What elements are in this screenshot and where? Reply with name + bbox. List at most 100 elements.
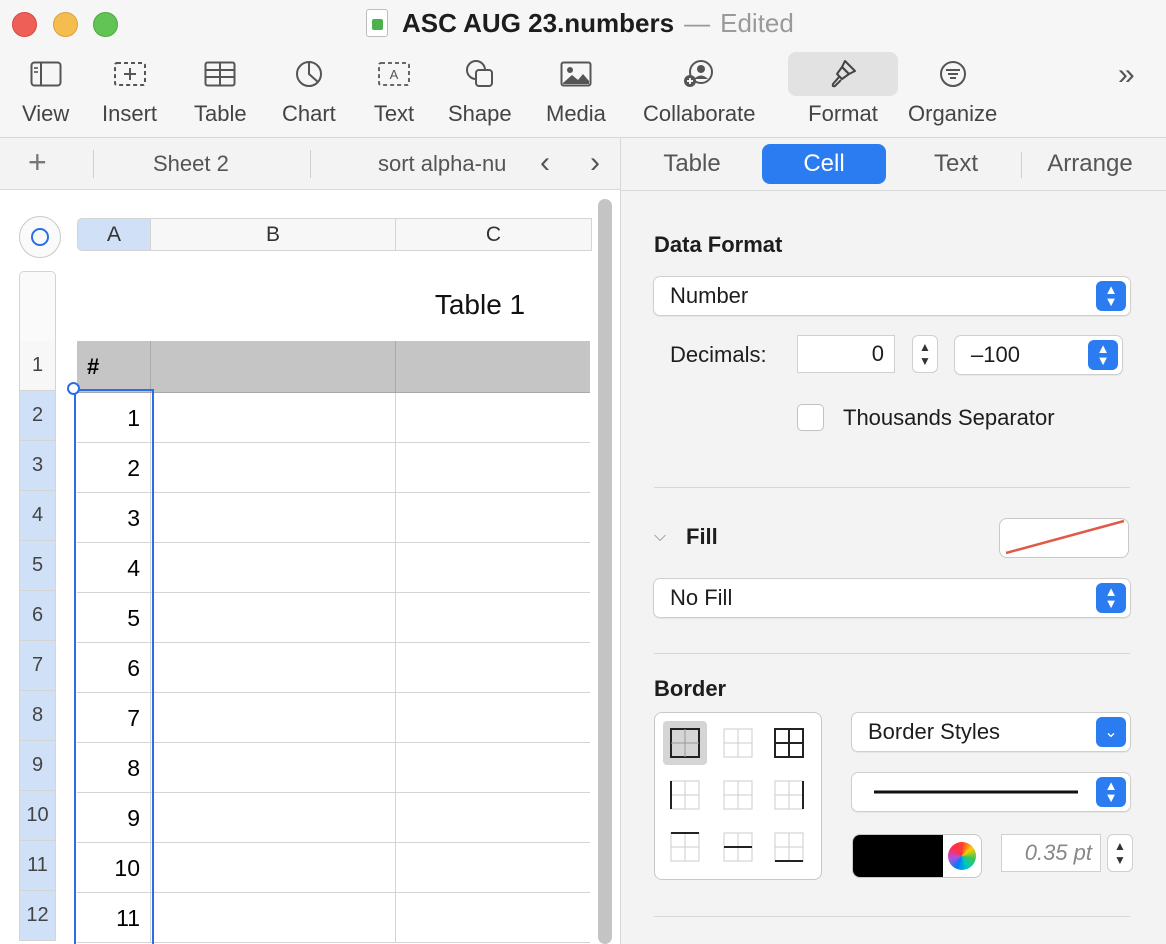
border-color-well[interactable] — [852, 834, 982, 878]
cell-a3[interactable]: 2 — [77, 443, 151, 493]
next-sheet-button[interactable]: › — [590, 146, 600, 180]
border-styles-popup[interactable]: Border Styles ⌄ — [851, 712, 1131, 752]
cell-a8[interactable]: 7 — [77, 693, 151, 743]
cell-b7[interactable] — [151, 643, 396, 693]
row-header-5[interactable]: 5 — [19, 541, 56, 591]
chevron-down-icon[interactable]: ⌵ — [654, 528, 666, 546]
column-header-c[interactable]: C — [396, 218, 592, 251]
cell-a11[interactable]: 10 — [77, 843, 151, 893]
cell-a10[interactable]: 9 — [77, 793, 151, 843]
cell-a12[interactable]: 11 — [77, 893, 151, 943]
toolbar-overflow-button[interactable]: » — [1118, 58, 1135, 92]
previous-sheet-button[interactable]: ‹ — [540, 146, 550, 180]
tab-text[interactable]: Text — [909, 144, 1003, 184]
cell-b10[interactable] — [151, 793, 396, 843]
color-wheel-icon[interactable] — [948, 842, 976, 870]
border-width-stepper[interactable]: ▲ ▼ — [1107, 834, 1133, 872]
border-left-icon[interactable] — [663, 773, 707, 817]
border-inner-icon[interactable] — [716, 721, 760, 765]
border-vertical-inner-icon[interactable] — [716, 773, 760, 817]
cell-b9[interactable] — [151, 743, 396, 793]
cell-a7[interactable]: 6 — [77, 643, 151, 693]
border-all-outline-icon[interactable] — [663, 721, 707, 765]
cell-c9[interactable] — [396, 743, 590, 793]
tab-table[interactable]: Table — [645, 144, 739, 184]
row-header-7[interactable]: 7 — [19, 641, 56, 691]
header-cell-a[interactable]: # — [77, 341, 151, 393]
decimals-field[interactable]: 0 — [797, 335, 895, 373]
cell-b4[interactable] — [151, 493, 396, 543]
zoom-window-button[interactable] — [93, 12, 118, 37]
cell-c8[interactable] — [396, 693, 590, 743]
row-header-3[interactable]: 3 — [19, 441, 56, 491]
toolbar-format-button[interactable]: Format — [788, 52, 898, 132]
border-width-field[interactable]: 0.35 pt — [1001, 834, 1101, 872]
border-all-icon[interactable] — [767, 721, 811, 765]
row-header-4[interactable]: 4 — [19, 491, 56, 541]
add-sheet-button[interactable]: + — [28, 144, 47, 180]
cell-c5[interactable] — [396, 543, 590, 593]
toolbar-organize-button[interactable]: Organize — [908, 52, 997, 132]
sheet-tab-sheet-2[interactable]: Sheet 2 — [153, 151, 229, 177]
data-format-popup[interactable]: Number ▲ ▼ — [653, 276, 1131, 316]
cell-c4[interactable] — [396, 493, 590, 543]
select-table-button[interactable] — [19, 216, 61, 258]
cell-b6[interactable] — [151, 593, 396, 643]
row-header-6[interactable]: 6 — [19, 591, 56, 641]
close-window-button[interactable] — [12, 12, 37, 37]
selection-resize-handle[interactable] — [67, 382, 80, 395]
sheet-tab-sort[interactable]: sort alpha-nu — [378, 148, 530, 180]
border-right-icon[interactable] — [767, 773, 811, 817]
table-title[interactable]: Table 1 — [380, 289, 580, 321]
header-cell-b[interactable] — [151, 341, 396, 393]
toolbar-view-button[interactable]: View — [22, 52, 69, 132]
column-header-b[interactable]: B — [151, 218, 396, 251]
column-header-a[interactable]: A — [77, 218, 151, 251]
cell-c11[interactable] — [396, 843, 590, 893]
toolbar-text-button[interactable]: A Text — [372, 52, 416, 132]
cell-b11[interactable] — [151, 843, 396, 893]
border-top-icon[interactable] — [663, 825, 707, 869]
cell-a4[interactable]: 3 — [77, 493, 151, 543]
cell-c7[interactable] — [396, 643, 590, 693]
toolbar-collaborate-button[interactable]: Collaborate — [643, 52, 756, 132]
thousands-separator-checkbox[interactable] — [797, 404, 824, 431]
cell-b2[interactable] — [151, 393, 396, 443]
row-header-9[interactable]: 9 — [19, 741, 56, 791]
minimize-window-button[interactable] — [53, 12, 78, 37]
border-line-style-popup[interactable]: ▲ ▼ — [851, 772, 1131, 812]
toolbar-shape-button[interactable]: Shape — [448, 52, 512, 132]
cell-c10[interactable] — [396, 793, 590, 843]
tab-arrange[interactable]: Arrange — [1031, 144, 1149, 184]
row-header-10[interactable]: 10 — [19, 791, 56, 841]
border-horizontal-inner-icon[interactable] — [716, 825, 760, 869]
border-bottom-icon[interactable] — [767, 825, 811, 869]
cell-b12[interactable] — [151, 893, 396, 943]
header-cell-c[interactable] — [396, 341, 590, 393]
vertical-scrollbar[interactable] — [598, 199, 612, 944]
tab-cell[interactable]: Cell — [762, 144, 886, 184]
cell-b5[interactable] — [151, 543, 396, 593]
cell-c3[interactable] — [396, 443, 590, 493]
cell-a9[interactable]: 8 — [77, 743, 151, 793]
fill-color-well[interactable] — [999, 518, 1129, 558]
cell-a5[interactable]: 4 — [77, 543, 151, 593]
toolbar-insert-button[interactable]: Insert — [102, 52, 157, 132]
decimals-stepper[interactable]: ▲ ▼ — [912, 335, 938, 373]
toolbar-chart-button[interactable]: Chart — [282, 52, 336, 132]
row-header-2[interactable]: 2 — [19, 391, 56, 441]
cell-b8[interactable] — [151, 693, 396, 743]
negative-number-popup[interactable]: –100 ▲ ▼ — [954, 335, 1123, 375]
row-header-8[interactable]: 8 — [19, 691, 56, 741]
toolbar-media-button[interactable]: Media — [546, 52, 606, 132]
cell-c2[interactable] — [396, 393, 590, 443]
spreadsheet-canvas[interactable]: A B C Table 1 1 2 3 4 5 6 7 8 9 10 11 12… — [0, 191, 620, 944]
cell-c6[interactable] — [396, 593, 590, 643]
cell-c12[interactable] — [396, 893, 590, 943]
row-header-1[interactable]: 1 — [19, 341, 56, 391]
toolbar-table-button[interactable]: Table — [194, 52, 247, 132]
cell-a6[interactable]: 5 — [77, 593, 151, 643]
row-header-11[interactable]: 11 — [19, 841, 56, 891]
cell-a2[interactable]: 1 — [77, 393, 151, 443]
cell-b3[interactable] — [151, 443, 396, 493]
